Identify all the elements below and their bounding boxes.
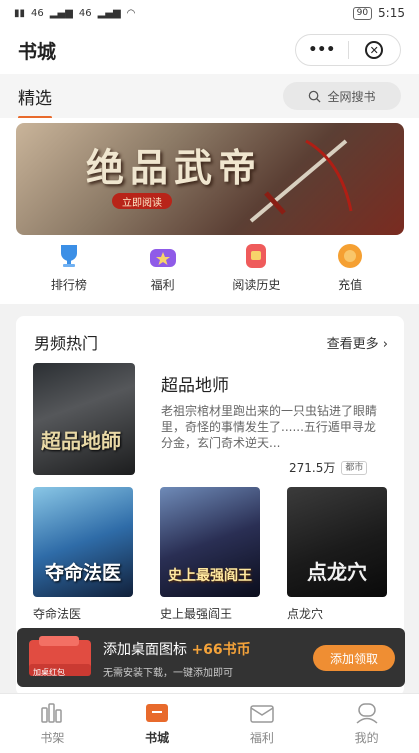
featured-card: 绝品武帝 立即阅读 排行榜 福利 阅读历史 充值 [0,118,419,304]
book-card[interactable]: 夺命法医 夺命法医 [33,487,133,622]
tab-label: 书城 [145,730,170,745]
envelope-gift-icon [250,704,274,723]
book-title: 点龙穴 [287,607,324,621]
banner-title: 添加桌面图标 [103,642,187,658]
page-title: 书城 [18,40,57,63]
book-cover: 点龙穴 [287,487,387,597]
tab-welfare[interactable]: 福利 [210,694,315,753]
book-cover: 夺命法医 [33,487,133,597]
book-title: 超品地师 [161,376,229,396]
tab-featured[interactable]: 精选 [18,84,52,119]
book-grid: 夺命法医 夺命法医 史上最强阎王 史上最强阎王 点龙穴 点龙穴 [33,487,387,622]
tab-label: 我的 [354,730,379,745]
book-meta: 271.5万 都市 [289,459,368,476]
section-title: 男频热门 [34,334,99,353]
book-cover: 史上最强阎王 [160,487,260,597]
chevron-right-icon: › [382,336,388,352]
see-more-link[interactable]: 查看更多 › [327,333,388,352]
quick-link-label: 排行榜 [50,278,87,292]
signal-2-label: 46 [78,7,92,19]
word-count: 271.5万 [289,461,336,475]
quick-link-welfare[interactable]: 福利 [123,242,203,302]
featured-book[interactable]: 超品地師 超品地师 老祖宗棺材里跑出来的一只虫钻进了眼睛里，奇怪的事情发生了..… [33,363,385,475]
book-card[interactable]: 点龙穴 点龙穴 [287,487,387,622]
quick-link-label: 福利 [150,278,175,292]
banner-title: 绝品武帝 [86,145,263,190]
mini-program-capsule: ••• ✕ [295,34,401,66]
profile-icon [356,702,378,724]
gift-star-icon [147,242,179,270]
tab-bookstore[interactable]: 书城 [105,694,210,753]
signal-indicators: ▮▮ 46 ▂▄▆ 46 ▂▄▆ ◠ [14,8,135,19]
search-placeholder: 全网搜书 [327,89,376,104]
tab-bookshelf[interactable]: 书架 [0,694,105,753]
coin-icon [334,242,366,270]
promo-banner[interactable]: 绝品武帝 立即阅读 [16,123,404,235]
close-button[interactable]: ✕ [349,41,401,59]
quick-links: 排行榜 福利 阅读历史 充值 [0,242,419,302]
ellipsis-icon: ••• [308,42,336,58]
banner-subtitle: 无需安装下载，一键添加即可 [103,668,233,679]
book-card[interactable]: 史上最强阎王 史上最强阎王 [160,487,260,622]
tab-label: 书架 [40,730,65,745]
tab-label: 福利 [249,730,274,745]
tab-row: 精选 全网搜书 [0,74,419,119]
signal-icon: ▮▮ [14,7,26,19]
banner-heading: 添加桌面图标 +66书币 [103,639,251,659]
cover-text: 夺命法医 [44,562,121,584]
tab-profile[interactable]: 我的 [314,694,419,753]
cover-text: 超品地師 [41,429,121,453]
wifi-icon: ◠ [126,7,136,19]
see-more-label: 查看更多 [326,336,379,352]
bottom-tab-bar: 书架 书城 福利 我的 [0,693,419,753]
envelope-badge: 加桌红包 [33,668,65,677]
signal-1-label: 46 [31,7,44,19]
book-description: 老祖宗棺材里跑出来的一只虫钻进了眼睛里，奇怪的事情发生了......五行遁甲寻龙… [161,404,378,450]
quick-link-history[interactable]: 阅读历史 [216,242,296,302]
battery-icon: 90 [352,6,373,20]
close-circle-icon: ✕ [365,41,384,59]
signal-bars-icon: ▂▄▆ [97,7,121,19]
app-header: 书城 ••• ✕ [0,26,419,74]
history-icon [240,242,272,270]
search-icon [309,90,322,103]
book-title: 史上最强阎王 [160,607,233,621]
quick-link-label: 阅读历史 [232,278,281,292]
bookshelf-icon [41,702,63,723]
tab-featured-label: 精选 [18,88,52,109]
quick-link-ranking[interactable]: 排行榜 [29,242,109,302]
cover-text: 史上最强阎王 [168,568,252,584]
read-now-button[interactable]: 立即阅读 [112,193,172,209]
add-desktop-banner[interactable]: 加桌红包 添加桌面图标 +66书币 无需安装下载，一键添加即可 添加领取 [17,628,405,687]
quick-link-recharge[interactable]: 充值 [310,242,390,302]
section-header: 男频热门 查看更多 › [34,330,388,354]
clock: 5:15 [378,6,405,20]
cover-text: 点龙穴 [307,560,367,584]
search-input[interactable]: 全网搜书 [283,82,401,110]
genre-tag: 都市 [341,460,368,475]
signal-bars-icon: ▂▄▆ [49,7,73,19]
sword-illustration [249,139,353,223]
bookstore-icon [146,703,169,722]
claim-button[interactable]: 添加领取 [313,645,395,671]
reward-amount: +66书币 [191,642,251,658]
trophy-icon [53,242,85,270]
book-cover: 超品地師 [33,363,135,475]
more-button[interactable]: ••• [296,42,348,58]
book-title: 夺命法医 [33,607,82,621]
quick-link-label: 充值 [338,278,363,292]
status-bar: ▮▮ 46 ▂▄▆ 46 ▂▄▆ ◠ 90 5:15 [0,0,419,26]
